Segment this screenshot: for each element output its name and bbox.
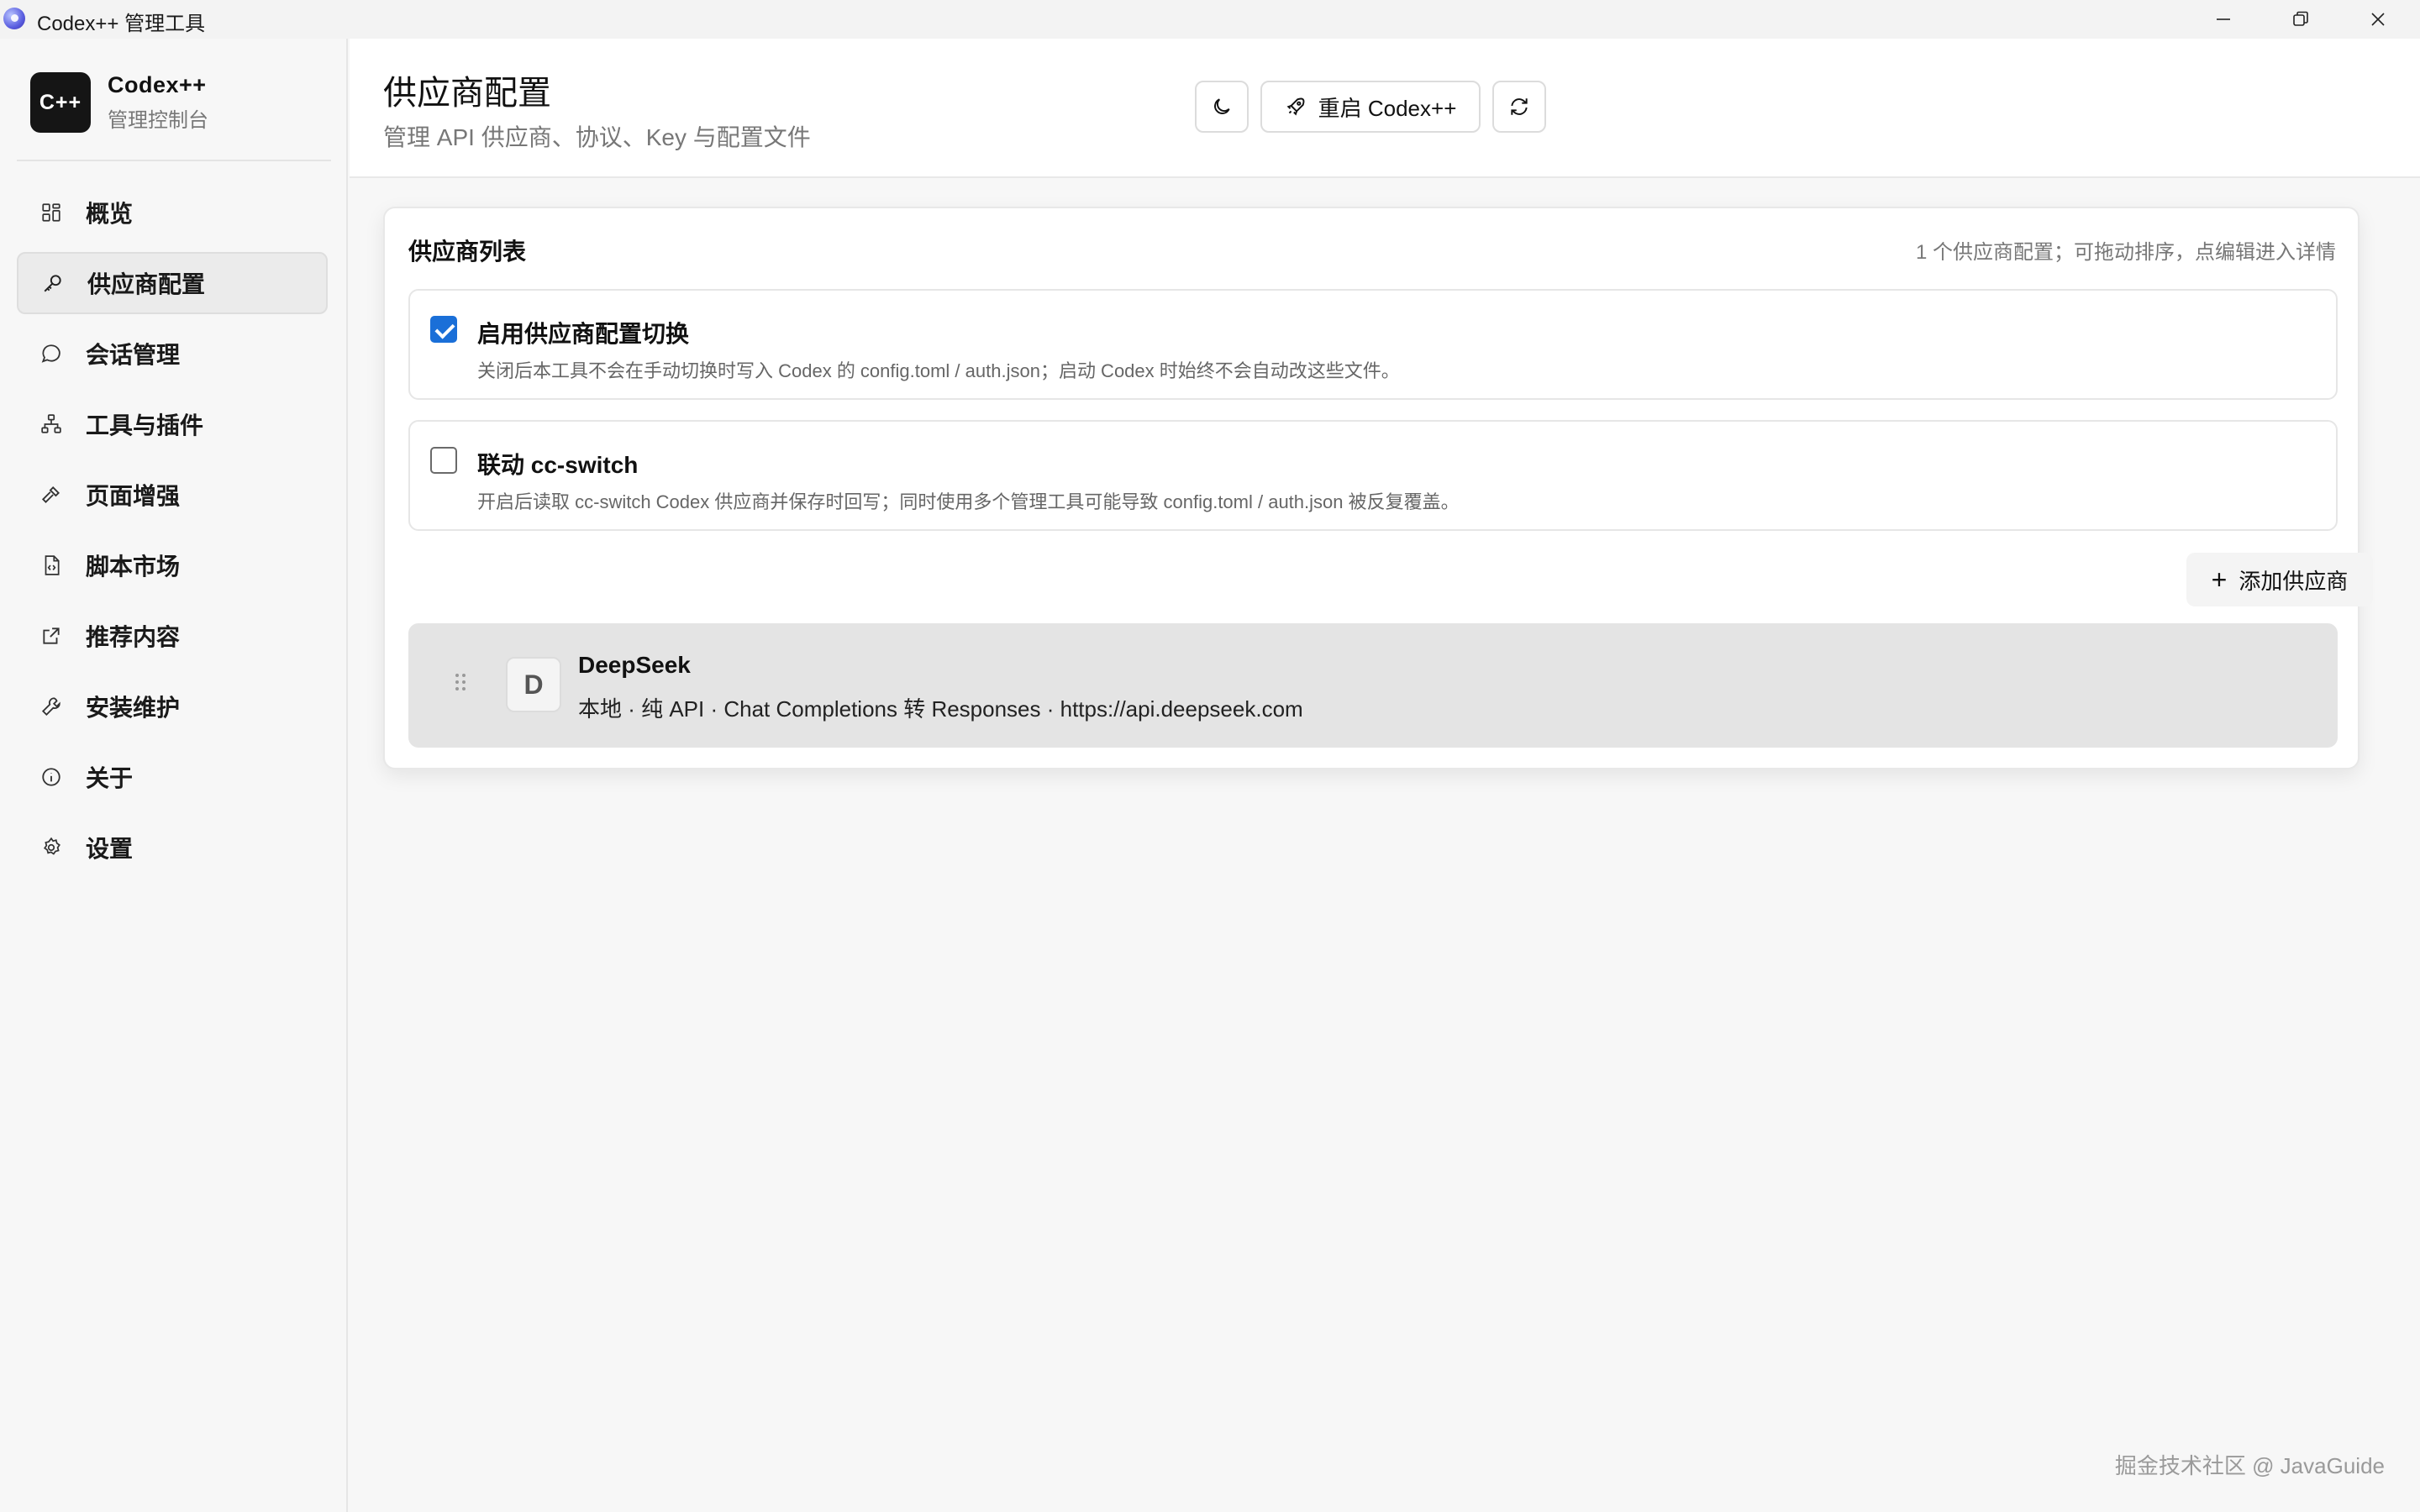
- gear-icon: [43, 837, 60, 855]
- provider-name: DeepSeek: [578, 652, 691, 678]
- option-cc-switch[interactable]: 联动 cc-switch 开启后读取 cc-switch Codex 供应商并保…: [408, 420, 2338, 531]
- sidebar-item-label: 脚本市场: [86, 554, 181, 580]
- provider-item[interactable]: D DeepSeek 本地 · 纯 API · Chat Completions…: [408, 623, 2338, 748]
- sidebar-item-sessions[interactable]: 会话管理: [17, 323, 328, 385]
- page-subtitle: 管理 API 供应商、协议、Key 与配置文件: [383, 124, 811, 150]
- sidebar-item-overview[interactable]: 概览: [17, 181, 328, 244]
- add-provider-button[interactable]: + 添加供应商: [2186, 553, 2373, 606]
- sidebar-item-install[interactable]: 安装维护: [17, 675, 328, 738]
- sidebar-item-label: 概览: [86, 201, 134, 227]
- moon-icon: [1214, 98, 1230, 114]
- page-title: 供应商配置: [383, 75, 551, 112]
- provider-list-card: 供应商列表 1 个供应商配置；可拖动排序，点编辑进入详情 启用供应商配置切换 关…: [383, 207, 2373, 769]
- minimize-button[interactable]: [2185, 0, 2262, 39]
- plus-icon: +: [2211, 564, 2228, 595]
- network-icon: [41, 414, 61, 433]
- restore-button[interactable]: [2262, 0, 2339, 39]
- app-window: Codex++ 管理工具 C++ Codex++ 管理控制台 概览 供应商配置 …: [0, 0, 2420, 1512]
- restart-label: 重启 Codex++: [1318, 95, 1457, 121]
- main-area: 供应商配置 管理 API 供应商、协议、Key 与配置文件 重启 Codex++: [350, 39, 2420, 1512]
- sidebar-nav: 概览 供应商配置 会话管理 工具与插件 页面增强 脚本市场 推荐内容 安装维护 …: [17, 181, 328, 887]
- sidebar-item-label: 工具与插件: [86, 412, 204, 438]
- refresh-button[interactable]: [1492, 81, 1546, 133]
- sidebar-divider: [17, 160, 331, 161]
- add-provider-label: 添加供应商: [2238, 568, 2349, 594]
- card-title: 供应商列表: [408, 239, 527, 265]
- window-title: Codex++ 管理工具: [37, 13, 206, 35]
- brand-name: Codex++: [108, 72, 207, 97]
- brand-logo: C++: [30, 72, 91, 133]
- sidebar-item-label: 安装维护: [86, 695, 181, 721]
- provider-meta: 本地 · 纯 API · Chat Completions 转 Response…: [578, 696, 1303, 722]
- close-icon: [2371, 13, 2385, 26]
- option-title: 启用供应商配置切换: [477, 321, 690, 347]
- key-icon: [44, 275, 61, 292]
- sidebar-item-label: 会话管理: [86, 342, 181, 368]
- info-icon: [42, 768, 60, 786]
- restore-icon: [2293, 11, 2308, 26]
- cc-switch-checkbox[interactable]: [430, 447, 457, 474]
- card-hint: 1 个供应商配置；可拖动排序，点编辑进入详情: [1915, 241, 2336, 264]
- sidebar-item-script-market[interactable]: 脚本市场: [17, 534, 328, 596]
- watermark: 掘金技术社区 @ JavaGuide: [2114, 1453, 2385, 1478]
- sidebar: C++ Codex++ 管理控制台 概览 供应商配置 会话管理 工具与插件 页面…: [0, 39, 348, 1512]
- sidebar-item-providers[interactable]: 供应商配置: [17, 252, 328, 314]
- option-title: 联动 cc-switch: [477, 452, 639, 478]
- app-icon: [3, 8, 25, 29]
- option-enable-switching[interactable]: 启用供应商配置切换 关闭后本工具不会在手动切换时写入 Codex 的 confi…: [408, 289, 2338, 400]
- wrench-icon: [41, 697, 60, 717]
- option-description: 开启后读取 cc-switch Codex 供应商并保存时回写；同时使用多个管理…: [477, 491, 1460, 512]
- brand-subtitle: 管理控制台: [108, 109, 208, 132]
- drag-handle-icon[interactable]: [455, 674, 469, 696]
- external-link-icon: [43, 627, 60, 644]
- grid-icon: [42, 203, 60, 222]
- sidebar-item-label: 供应商配置: [87, 271, 206, 297]
- sidebar-item-recommended[interactable]: 推荐内容: [17, 605, 328, 667]
- sidebar-item-about[interactable]: 关于: [17, 746, 328, 808]
- sidebar-item-label: 设置: [86, 836, 134, 862]
- chat-bubble-icon: [41, 344, 60, 363]
- sidebar-item-label: 推荐内容: [86, 624, 181, 650]
- script-file-icon: [45, 555, 60, 575]
- enable-switching-checkbox[interactable]: [430, 316, 457, 343]
- sidebar-item-settings[interactable]: 设置: [17, 816, 328, 879]
- restart-button[interactable]: 重启 Codex++: [1260, 81, 1481, 133]
- refresh-icon: [1511, 98, 1528, 115]
- rocket-icon: [1286, 97, 1305, 116]
- close-button[interactable]: [2339, 0, 2417, 39]
- hammer-icon: [41, 486, 60, 503]
- brand: C++ Codex++ 管理控制台: [30, 72, 208, 133]
- sidebar-item-tools[interactable]: 工具与插件: [17, 393, 328, 455]
- sidebar-item-page-enhance[interactable]: 页面增强: [17, 464, 328, 526]
- sidebar-item-label: 关于: [86, 765, 134, 791]
- title-bar: Codex++ 管理工具: [0, 0, 2420, 39]
- sidebar-item-label: 页面增强: [86, 483, 181, 509]
- theme-toggle-button[interactable]: [1195, 81, 1249, 133]
- minimize-icon: [2217, 18, 2230, 20]
- option-description: 关闭后本工具不会在手动切换时写入 Codex 的 config.toml / a…: [477, 360, 1400, 381]
- provider-avatar: D: [506, 657, 561, 712]
- page-header: 供应商配置 管理 API 供应商、协议、Key 与配置文件 重启 Codex++: [350, 39, 2420, 178]
